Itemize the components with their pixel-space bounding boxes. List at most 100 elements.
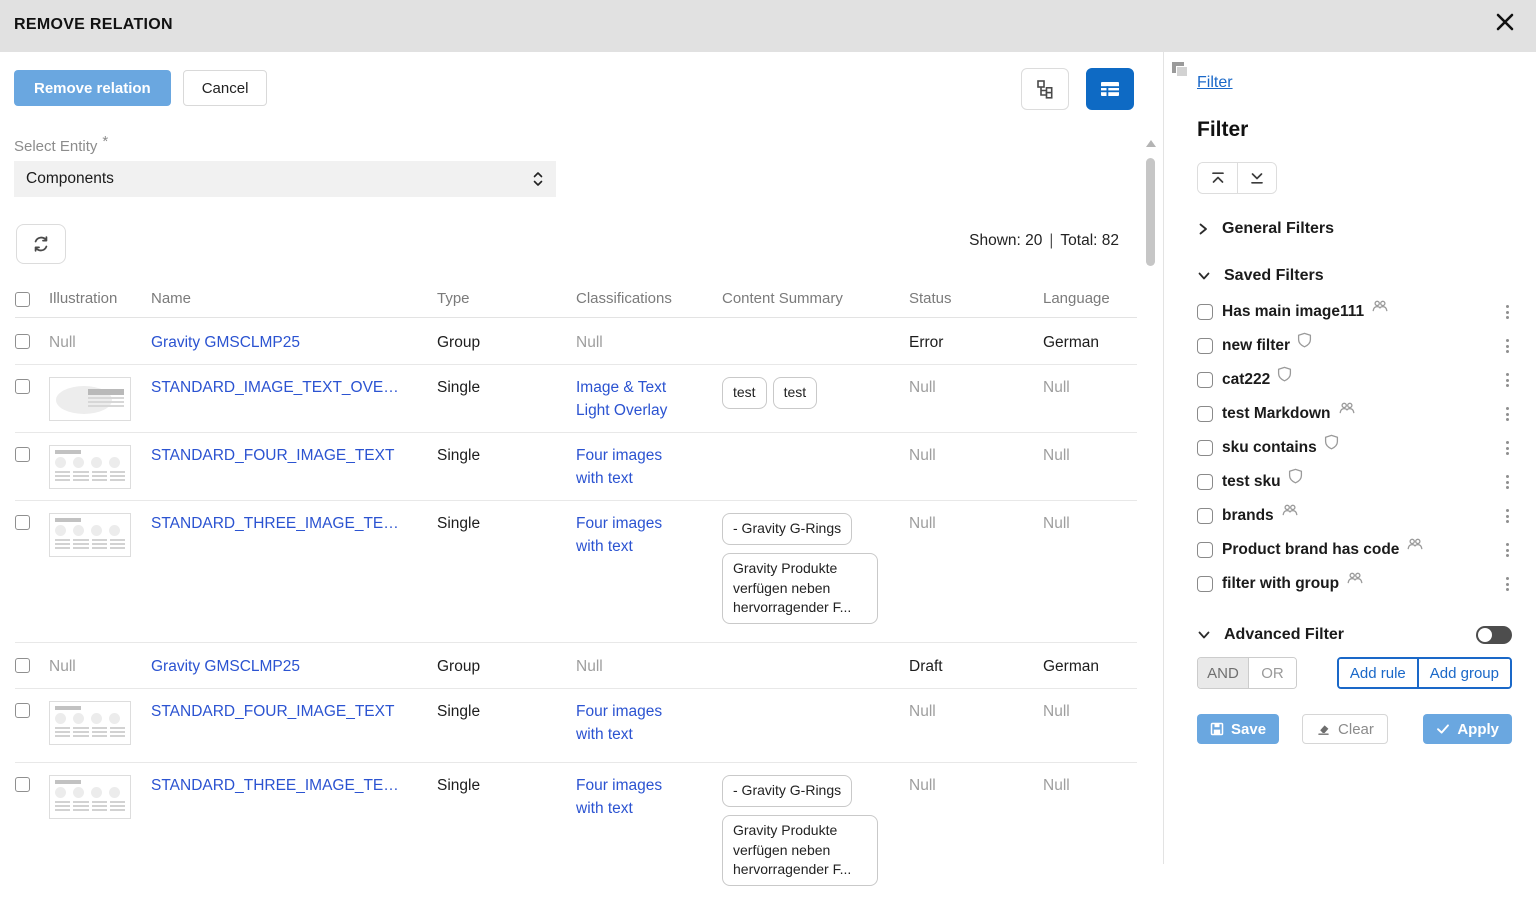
- rule-controls: AND OR Add rule Add group: [1197, 657, 1512, 689]
- classification-link[interactable]: Image & Text Light Overlay: [576, 379, 667, 418]
- cell-language: Null: [1043, 513, 1137, 535]
- refresh-button[interactable]: [16, 224, 66, 264]
- thumbnail-overlay: [49, 377, 131, 421]
- saved-filter-checkbox[interactable]: [1197, 474, 1213, 490]
- scroll-up-arrow-icon[interactable]: [1146, 140, 1156, 147]
- classification-link[interactable]: Four images with text: [576, 777, 662, 816]
- saved-filter-label: filter with group: [1222, 575, 1339, 593]
- saved-filter-checkbox[interactable]: [1197, 440, 1213, 456]
- type-value: Single: [437, 447, 480, 464]
- apply-filter-button[interactable]: Apply: [1423, 714, 1512, 744]
- select-all-checkbox[interactable]: [15, 292, 30, 307]
- add-group-button[interactable]: Add group: [1417, 659, 1510, 687]
- saved-filter-label: test Markdown: [1222, 405, 1331, 423]
- filter-menu-kebab-icon[interactable]: [1503, 403, 1512, 425]
- status-value: Null: [909, 447, 936, 464]
- filter-menu-kebab-icon[interactable]: [1503, 539, 1512, 561]
- and-button[interactable]: AND: [1198, 658, 1248, 688]
- filter-panel-link[interactable]: Filter: [1197, 74, 1233, 92]
- select-entity-label: Select Entity*: [14, 138, 108, 155]
- saved-filter-item: sku contains: [1197, 431, 1512, 465]
- filter-menu-kebab-icon[interactable]: [1503, 471, 1512, 493]
- remove-relation-button[interactable]: Remove relation: [14, 70, 171, 106]
- cell-checkbox: [15, 775, 49, 792]
- or-button[interactable]: OR: [1248, 658, 1296, 688]
- classification-link[interactable]: Four images with text: [576, 703, 662, 742]
- saved-filter-checkbox[interactable]: [1197, 372, 1213, 388]
- cell-language: Null: [1043, 445, 1137, 467]
- saved-filter-checkbox[interactable]: [1197, 406, 1213, 422]
- row-checkbox[interactable]: [15, 515, 30, 530]
- saved-filter-label: cat222: [1222, 371, 1270, 389]
- filter-menu-kebab-icon[interactable]: [1503, 573, 1512, 595]
- cell-language: Null: [1043, 701, 1137, 723]
- entity-select[interactable]: Components: [14, 161, 556, 197]
- advanced-filter-toggle[interactable]: [1476, 626, 1512, 644]
- cell-checkbox: [15, 445, 49, 462]
- cancel-button[interactable]: Cancel: [183, 70, 268, 106]
- saved-filter-label: new filter: [1222, 337, 1290, 355]
- row-checkbox[interactable]: [15, 447, 30, 462]
- saved-filters-section[interactable]: Saved Filters: [1197, 267, 1512, 285]
- name-link[interactable]: STANDARD_THREE_IMAGE_TE…: [151, 515, 399, 532]
- row-checkbox[interactable]: [15, 334, 30, 349]
- collapse-all-button[interactable]: [1198, 163, 1237, 193]
- language-value: German: [1043, 658, 1099, 675]
- name-link[interactable]: STANDARD_THREE_IMAGE_TE…: [151, 777, 399, 794]
- classification-link[interactable]: Four images with text: [576, 447, 662, 486]
- row-checkbox[interactable]: [15, 379, 30, 394]
- shield-icon: [1288, 468, 1303, 484]
- saved-filter-checkbox[interactable]: [1197, 508, 1213, 524]
- name-link[interactable]: STANDARD_FOUR_IMAGE_TEXT: [151, 447, 394, 464]
- filter-menu-kebab-icon[interactable]: [1503, 505, 1512, 527]
- add-rule-button[interactable]: Add rule: [1339, 659, 1417, 687]
- saved-filter-checkbox[interactable]: [1197, 338, 1213, 354]
- classification-link[interactable]: Four images with text: [576, 515, 662, 554]
- shared-group-icon: [1371, 299, 1389, 313]
- saved-filter-checkbox[interactable]: [1197, 576, 1213, 592]
- row-checkbox[interactable]: [15, 777, 30, 792]
- table-view-button[interactable]: [1086, 68, 1134, 110]
- advanced-filter-section[interactable]: Advanced Filter: [1197, 626, 1512, 644]
- expand-all-button[interactable]: [1237, 163, 1276, 193]
- cell-classifications: Image & Text Light Overlay: [576, 377, 722, 422]
- saved-filter-checkbox[interactable]: [1197, 542, 1213, 558]
- thumbnail-four: [49, 445, 131, 489]
- name-link[interactable]: STANDARD_FOUR_IMAGE_TEXT: [151, 703, 394, 720]
- name-link[interactable]: Gravity GMSCLMP25: [151, 334, 300, 351]
- classification-link: Null: [576, 658, 603, 675]
- cell-language: Null: [1043, 775, 1137, 797]
- language-value: Null: [1043, 515, 1070, 532]
- row-checkbox[interactable]: [15, 703, 30, 718]
- scrollbar-thumb[interactable]: [1146, 158, 1155, 266]
- name-link[interactable]: Gravity GMSCLMP25: [151, 658, 300, 675]
- general-filters-section[interactable]: General Filters: [1197, 220, 1512, 238]
- type-value: Single: [437, 777, 480, 794]
- shield-icon: [1288, 468, 1303, 484]
- dock-panel-icon[interactable]: [1172, 62, 1190, 78]
- sidebar-actions: Save Clear Apply: [1197, 714, 1512, 744]
- saved-filter-item: brands: [1197, 499, 1512, 533]
- filter-menu-kebab-icon[interactable]: [1503, 369, 1512, 391]
- row-checkbox[interactable]: [15, 658, 30, 673]
- filter-menu-kebab-icon[interactable]: [1503, 335, 1512, 357]
- name-link[interactable]: STANDARD_IMAGE_TEXT_OVE…: [151, 379, 399, 396]
- cell-type: Single: [437, 701, 576, 723]
- clear-filter-button[interactable]: Clear: [1302, 714, 1388, 744]
- cell-classifications: Four images with text: [576, 445, 722, 490]
- saved-filter-label: brands: [1222, 507, 1274, 525]
- save-filter-button[interactable]: Save: [1197, 714, 1279, 744]
- cell-checkbox: [15, 701, 49, 718]
- filter-menu-kebab-icon[interactable]: [1503, 437, 1512, 459]
- cell-type: Single: [437, 445, 576, 467]
- saved-filter-label: Product brand has code: [1222, 541, 1399, 559]
- saved-filter-label: Has main image111: [1222, 303, 1364, 321]
- table-row: NullGravity GMSCLMP25GroupNullErrorGerma…: [15, 318, 1137, 365]
- saved-filter-checkbox[interactable]: [1197, 304, 1213, 320]
- tree-view-icon: [1035, 79, 1055, 99]
- close-icon[interactable]: [1492, 9, 1518, 35]
- select-caret-icon: [532, 170, 544, 188]
- col-type: Type: [437, 290, 576, 307]
- tree-view-button[interactable]: [1021, 68, 1069, 110]
- filter-menu-kebab-icon[interactable]: [1503, 301, 1512, 323]
